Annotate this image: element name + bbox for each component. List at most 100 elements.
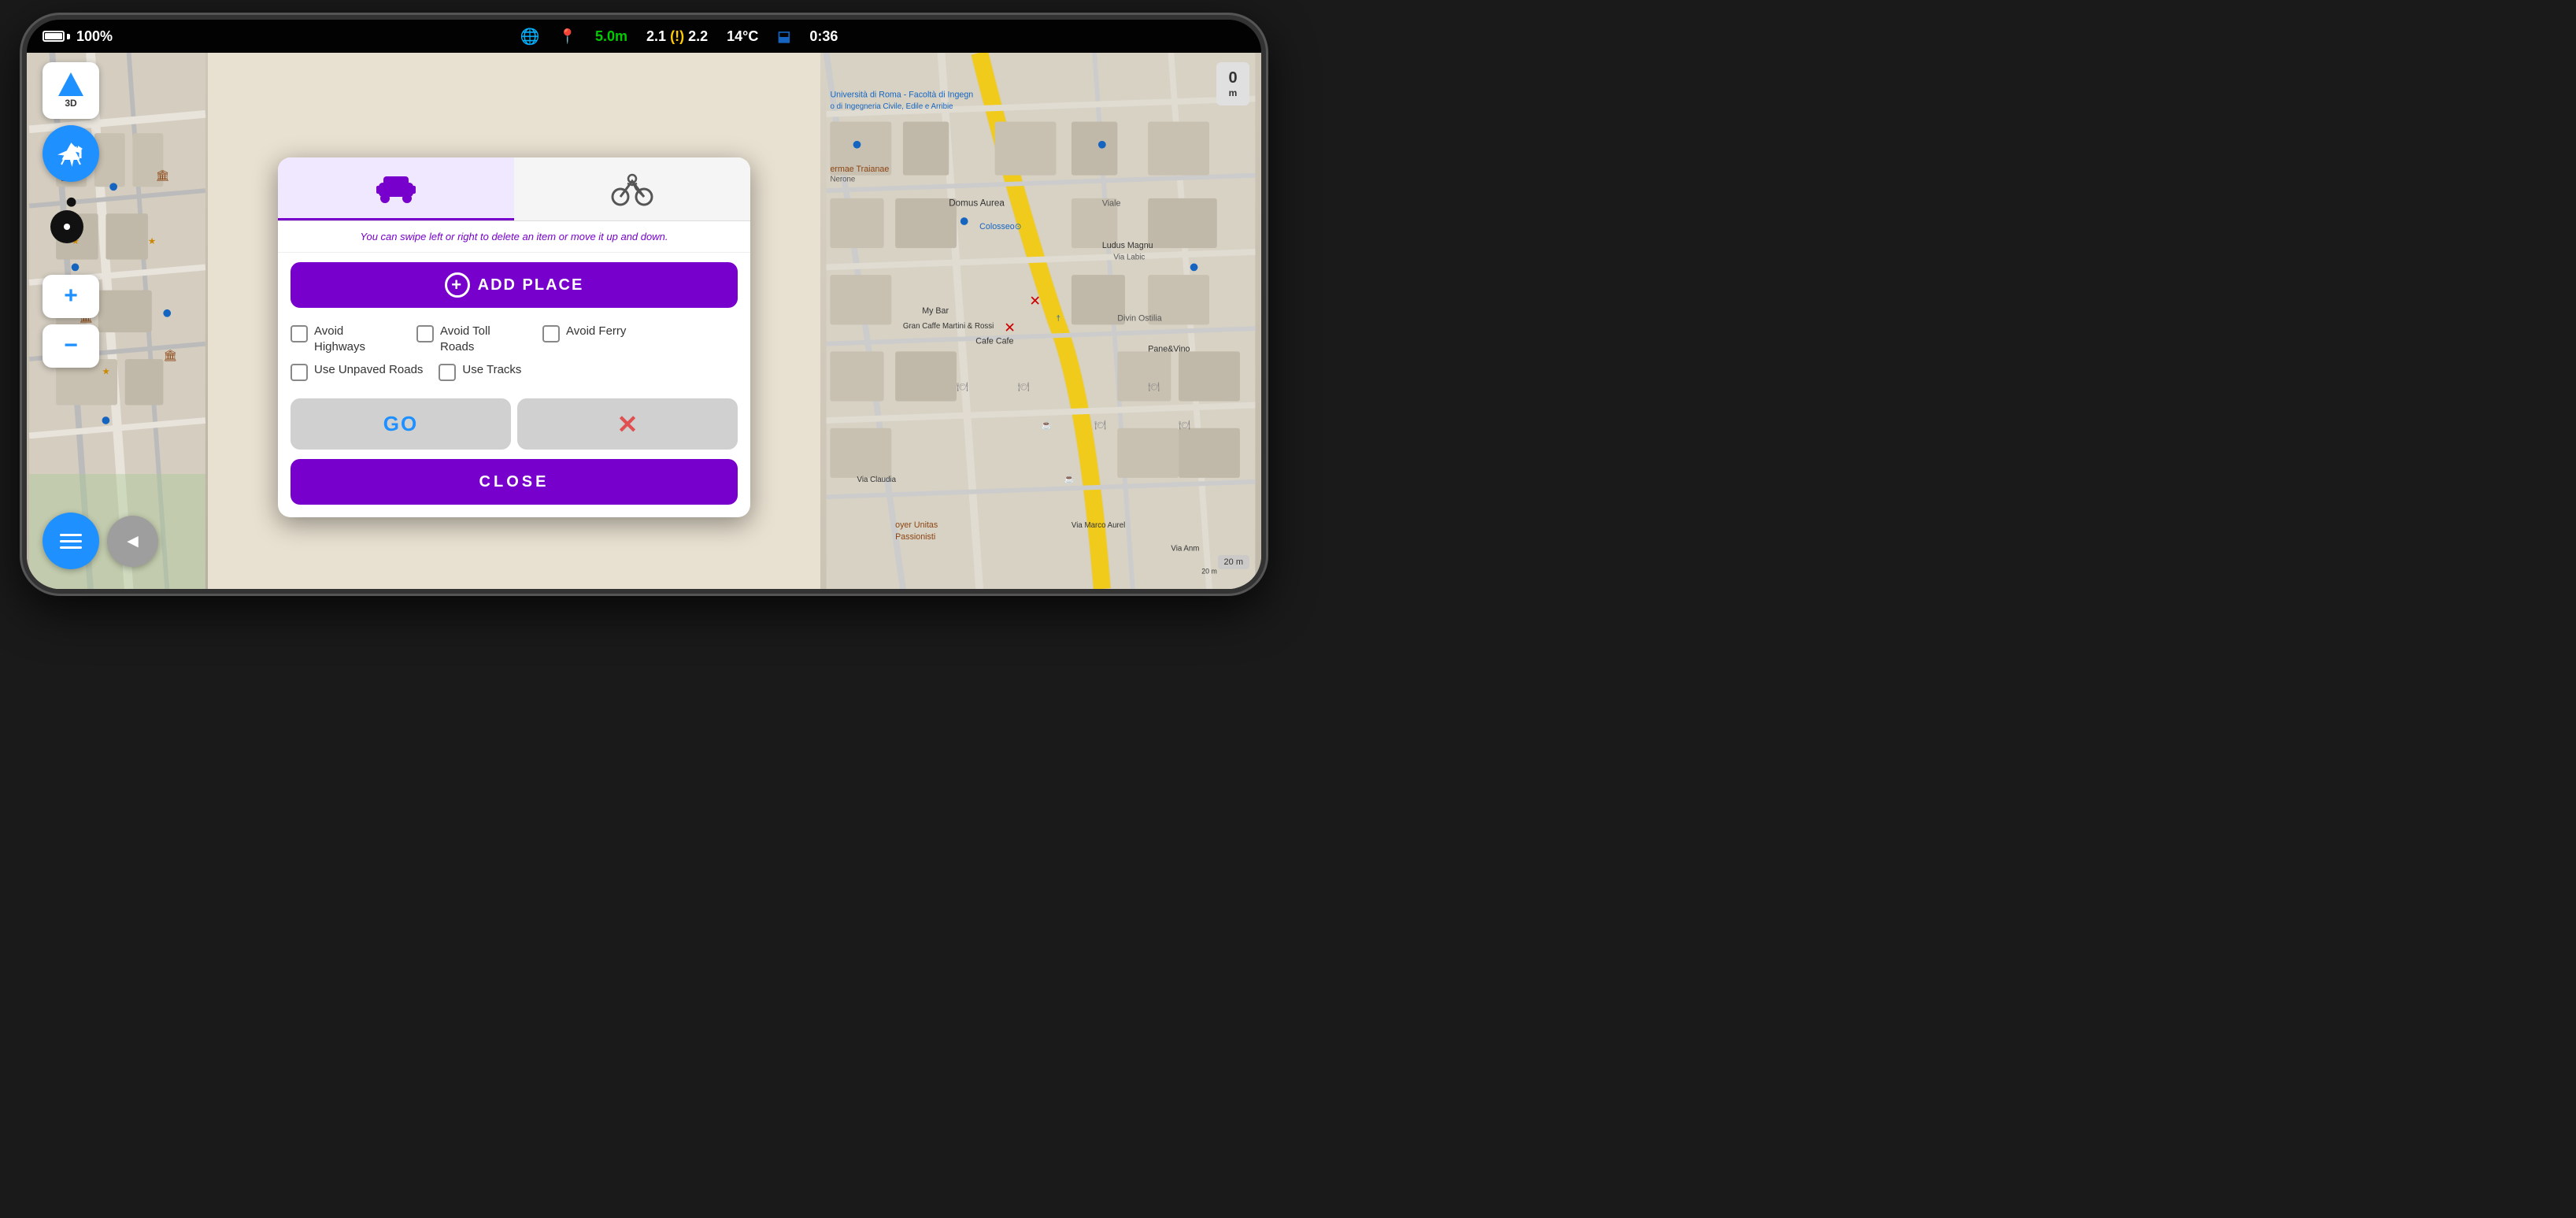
back-icon: ◄ [124,531,142,553]
menu-button[interactable] [43,513,99,569]
checkbox-avoid-ferry[interactable] [542,325,560,342]
battery-icon [43,31,70,42]
checkbox-use-tracks[interactable] [439,364,456,381]
compass-arrow [58,72,83,96]
svg-text:Università di Roma - Facoltà d: Università di Roma - Facoltà di Ingegn [830,90,973,99]
back-button[interactable]: ◄ [107,516,158,567]
svg-text:o di Ingegneria Civile, Edile: o di Ingegneria Civile, Edile e Arribie [830,102,953,111]
svg-text:Colosseo⊙: Colosseo⊙ [979,222,1022,231]
svg-text:Pane&Vino: Pane&Vino [1148,344,1190,354]
altitude-value: 0 [1228,69,1237,87]
add-place-button[interactable]: + ADD PLACE [291,262,738,308]
bottom-controls: ◄ [43,513,158,569]
svg-text:🍽: 🍽 [1148,382,1160,392]
label-avoid-ferry: Avoid Ferry [566,324,626,339]
device-frame: 100% 🌐 📍 5.0m 2.1 (!) 2.2 14°C ⬓ 0:36 [22,15,1266,594]
option-unpaved-roads: Use Unpaved Roads [291,362,423,381]
bike-icon [609,169,656,209]
svg-text:Ludus Magnu: Ludus Magnu [1102,241,1153,250]
status-center: 🌐 📍 5.0m 2.1 (!) 2.2 14°C ⬓ 0:36 [520,27,838,46]
zoom-controls: + − [43,275,99,368]
label-use-tracks: Use Tracks [462,362,521,378]
globe-icon: 🌐 [520,27,540,46]
speed-display: 2.1 (!) 2.2 [646,28,708,45]
battery-percent: 100% [76,28,113,45]
route-planner-modal: You can swipe left or right to delete an… [278,157,750,517]
time-display: 0:36 [809,28,838,45]
route-options: AvoidHighways Avoid TollRoads Avoid Ferr… [278,317,750,392]
svg-text:Via Labic: Via Labic [1113,254,1145,262]
status-bar: 100% 🌐 📍 5.0m 2.1 (!) 2.2 14°C ⬓ 0:36 [27,20,1261,53]
svg-text:Cafe Cafe: Cafe Cafe [975,337,1013,346]
options-row-1: AvoidHighways Avoid TollRoads Avoid Ferr… [291,324,738,354]
svg-text:🏛: 🏛 [156,170,169,182]
svg-text:Gran Caffe Martini & Rossi: Gran Caffe Martini & Rossi [903,322,994,331]
compass-label: 3D [65,98,76,109]
zoom-out-button[interactable]: − [43,324,99,368]
svg-text:Divin Ostilia: Divin Ostilia [1117,314,1161,324]
close-button[interactable]: CLOSE [291,459,738,505]
option-use-tracks: Use Tracks [439,362,549,381]
scale-value: 20 m [1224,557,1243,567]
svg-text:Domus Aurea: Domus Aurea [949,198,1005,209]
altitude-display: 0 m [1216,62,1249,106]
hamburger-icon [60,534,82,549]
svg-text:Viale: Viale [1102,199,1121,209]
svg-text:☕: ☕ [1041,420,1053,431]
svg-text:Passionisti: Passionisti [895,532,935,542]
transport-tabs [278,157,750,221]
cancel-icon: ✕ [617,409,638,439]
svg-text:✕: ✕ [1004,320,1016,335]
option-avoid-toll: Avoid TollRoads [416,324,527,354]
checkbox-avoid-highways[interactable] [291,325,308,342]
cancel-button[interactable]: ✕ [517,398,738,450]
options-row-2: Use Unpaved Roads Use Tracks [291,362,738,381]
svg-text:✕: ✕ [1029,293,1041,309]
option-avoid-highways: AvoidHighways [291,324,401,354]
map-right: ✕ ✕ 🍽 🍽 🍽 🍽 🍽 ☕ ☕ Università di Roma - F… [820,53,1261,589]
svg-text:🍽: 🍽 [1094,420,1106,431]
nav-controls: 3D [43,62,99,182]
svg-text:20 m: 20 m [1201,568,1216,576]
svg-text:🏛: 🏛 [163,350,176,361]
go-button[interactable]: GO [291,398,511,450]
svg-text:☕: ☕ [1064,473,1075,484]
turn-by-turn-button[interactable] [43,125,99,182]
turn-icon [55,138,87,169]
map-background: 🏛 🏛 🏛 🏛 ★ ★ ★ [27,53,1261,589]
bluetooth-icon: ⬓ [777,28,790,45]
location-distance: 5.0m [595,28,627,45]
temperature: 14°C [727,28,758,45]
svg-text:Nerone: Nerone [830,175,855,183]
svg-text:🍽: 🍽 [1179,420,1190,431]
location-icon: 📍 [559,28,576,45]
add-place-circle-icon: + [445,272,470,298]
svg-text:Via Marco Aurel: Via Marco Aurel [1071,521,1125,530]
label-unpaved-roads: Use Unpaved Roads [314,362,423,378]
svg-text:Via Claudia: Via Claudia [857,476,897,484]
compass-button[interactable]: 3D [43,62,99,119]
svg-text:Via Anm: Via Anm [1171,544,1199,553]
svg-text:oyer Unitas: oyer Unitas [895,520,938,530]
svg-text:🍽: 🍽 [957,382,968,392]
car-icon [372,168,420,208]
zoom-in-button[interactable]: + [43,275,99,318]
label-avoid-toll: Avoid TollRoads [440,324,490,354]
status-left: 100% [43,28,113,45]
checkbox-avoid-toll[interactable] [416,325,434,342]
settings-dot[interactable] [50,210,83,243]
action-buttons: GO ✕ [291,398,738,450]
svg-text:†: † [1056,315,1060,324]
option-avoid-ferry: Avoid Ferry [542,324,653,342]
swipe-hint: You can swipe left or right to delete an… [278,221,750,253]
tab-bike[interactable] [514,157,750,220]
close-label: CLOSE [479,473,550,491]
svg-text:🍽: 🍽 [1018,382,1030,392]
svg-text:ermae Traianae: ermae Traianae [830,165,889,174]
label-avoid-highways: AvoidHighways [314,324,365,354]
tab-car[interactable] [278,157,514,220]
svg-text:★: ★ [148,236,156,246]
go-label: GO [383,412,418,436]
altitude-unit: m [1229,87,1238,98]
checkbox-unpaved-roads[interactable] [291,364,308,381]
